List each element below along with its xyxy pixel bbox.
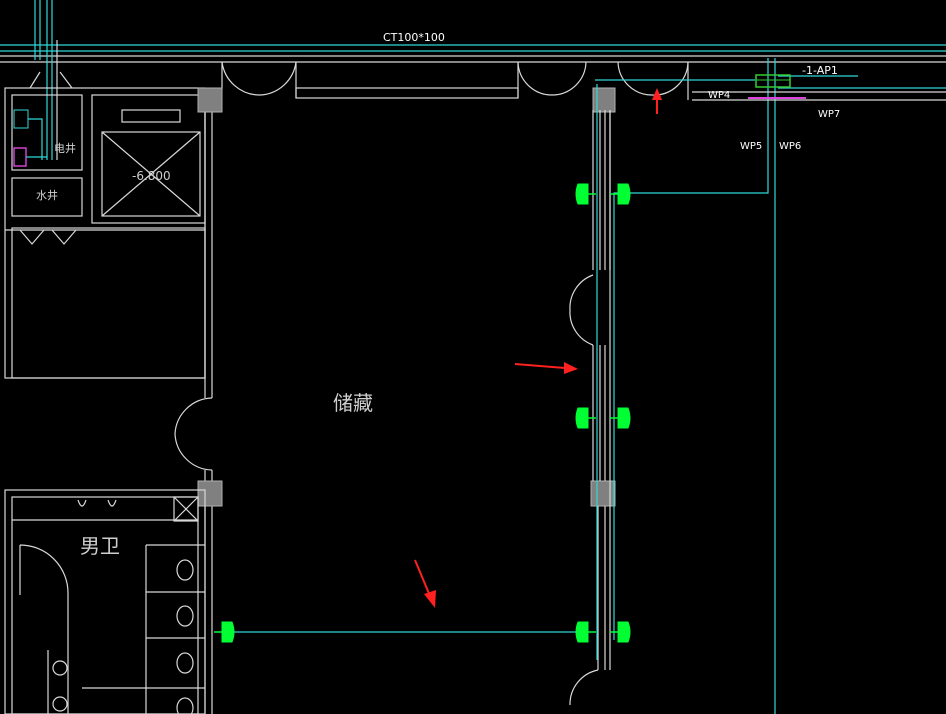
circuit-wp4: WP4 [708, 90, 730, 101]
water-shaft-label: 水井 [36, 188, 58, 202]
tray-label: CT100*100 [383, 31, 445, 44]
circuit-wp6: WP6 [779, 141, 801, 152]
elevator-level: -6.800 [132, 169, 171, 183]
storage-room-label: 储藏 [333, 391, 373, 415]
circuit-wp7: WP7 [818, 109, 840, 120]
column [590, 480, 616, 507]
column [592, 87, 616, 113]
column [197, 87, 223, 113]
elec-shaft-label: 电井 [54, 141, 76, 155]
column [197, 480, 223, 507]
mens-toilet-label: 男卫 [80, 534, 120, 558]
cad-floor-plan: CT100*100 电井 水井 -6.800 -1-AP1 WP4 WP5 WP… [0, 0, 946, 714]
circuit-wp5: WP5 [740, 141, 762, 152]
panel-label: -1-AP1 [802, 64, 838, 77]
